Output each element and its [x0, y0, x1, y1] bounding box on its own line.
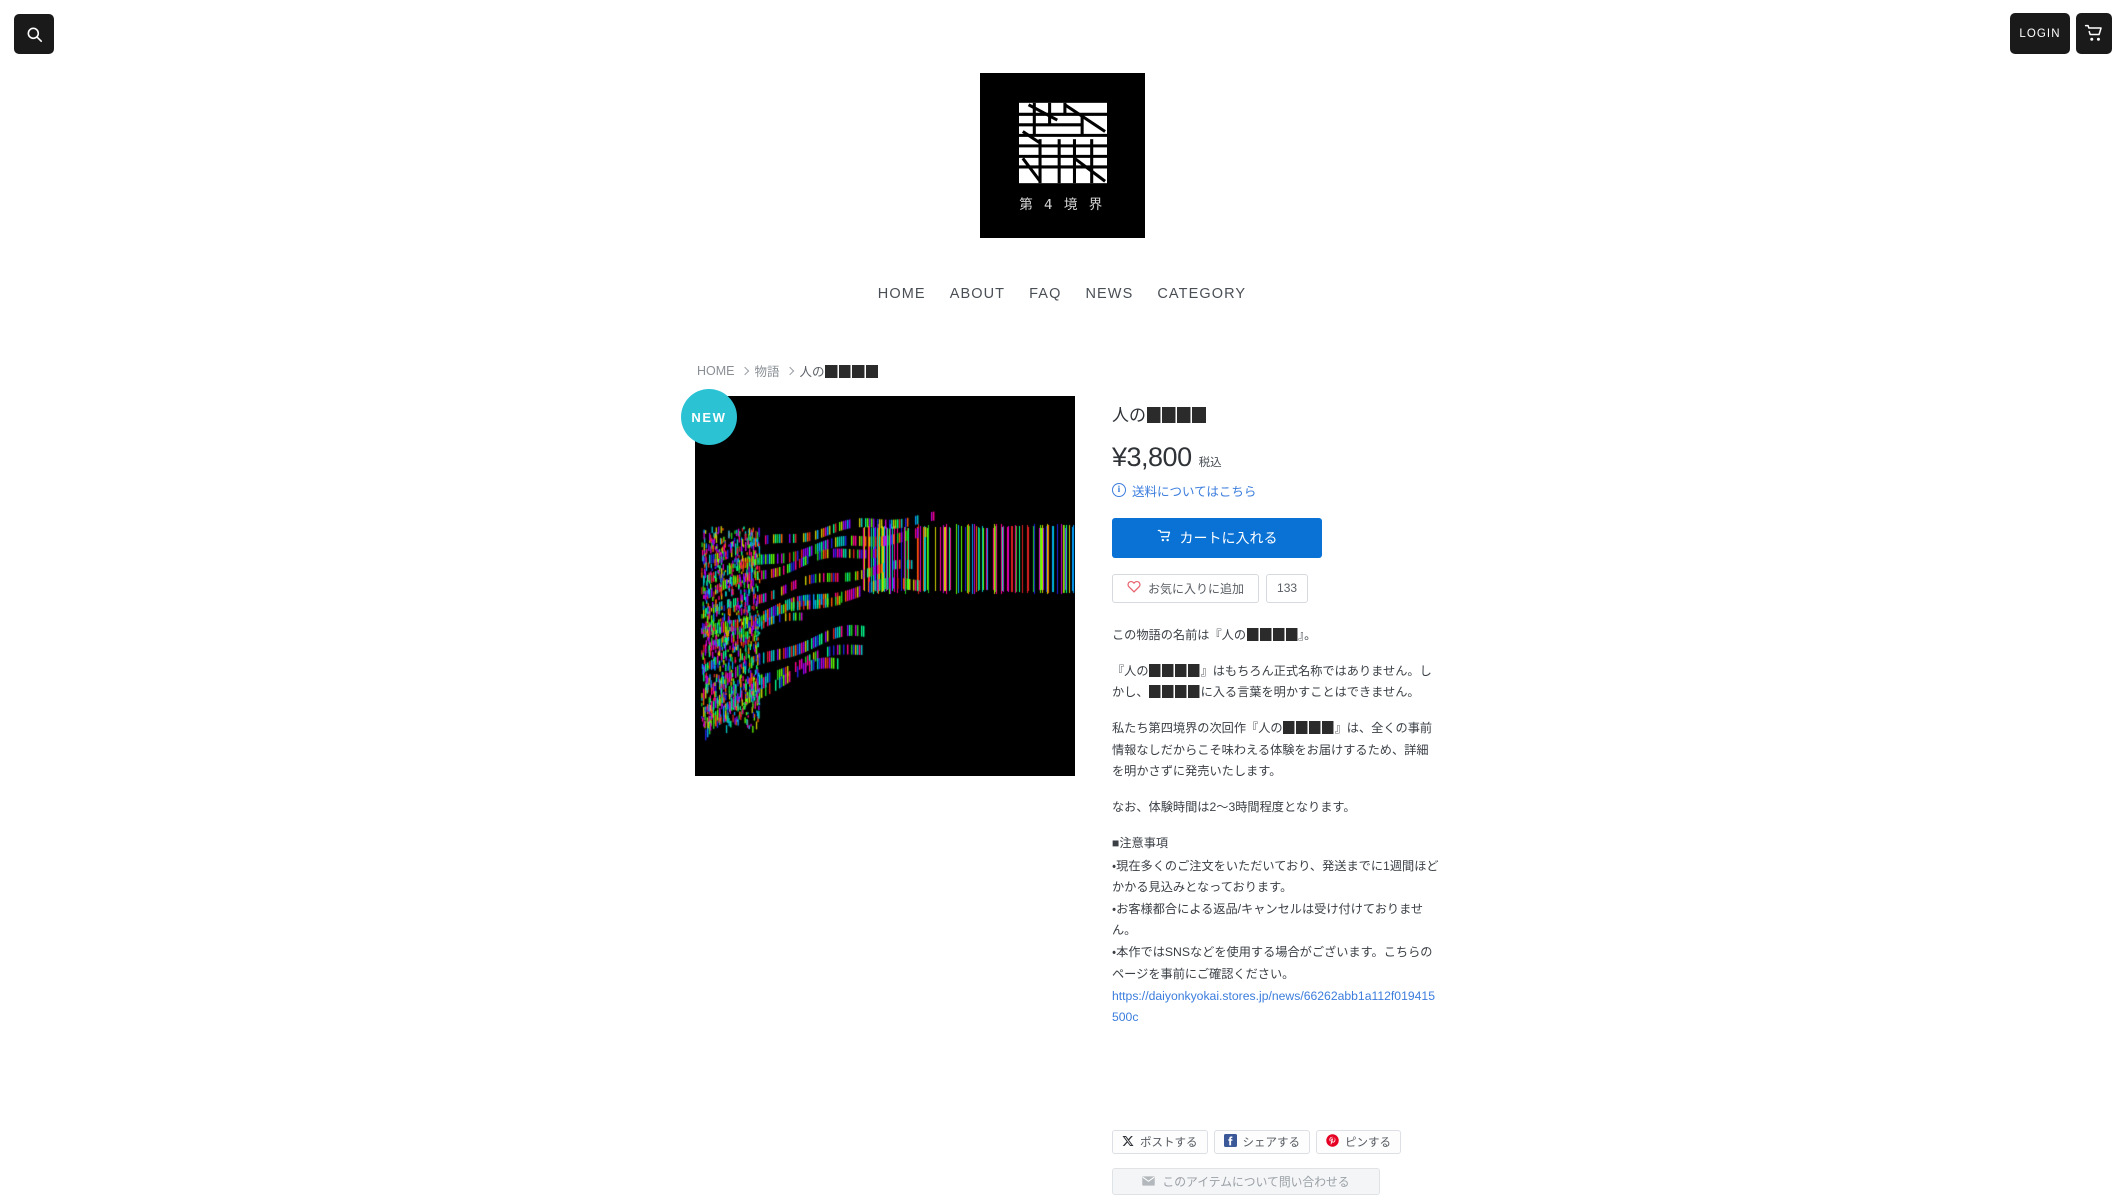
- breadcrumb-current: 人の: [800, 361, 879, 380]
- redacted-block: [1246, 627, 1259, 641]
- redacted-block: [1162, 685, 1175, 699]
- redacted-block: [1175, 664, 1188, 678]
- product-artwork-canvas: [695, 396, 1075, 776]
- redacted-block: [1162, 664, 1175, 678]
- tax-label: 税込: [1198, 456, 1222, 469]
- contact-label: このアイテムについて問い合わせる: [1162, 1175, 1350, 1189]
- notice-url-link[interactable]: https://daiyonkyokai.stores.jp/news/6626…: [1112, 989, 1435, 1024]
- info-icon: i: [1112, 483, 1126, 498]
- nav-item-faq[interactable]: FAQ: [1029, 286, 1061, 302]
- desc-p1-b: 』。: [1298, 627, 1317, 642]
- redacted-block: [1285, 627, 1298, 641]
- redacted-block: [1296, 721, 1309, 735]
- search-icon: [25, 25, 44, 44]
- logo-subtitle: 第 4 境 界: [1019, 196, 1106, 213]
- cart-icon: [2084, 24, 2104, 43]
- redacted-block: [1283, 721, 1296, 735]
- top-bar: LOGIN: [0, 0, 2124, 76]
- contact-about-item-button[interactable]: このアイテムについて問い合わせる: [1112, 1168, 1380, 1195]
- product-image[interactable]: [695, 396, 1075, 776]
- share-facebook-label: シェアする: [1242, 1137, 1301, 1149]
- notice-item-2: ・お客様都合による返品/キャンセルは受け付けておりません。: [1112, 901, 1424, 938]
- favorite-row: お気に入りに追加 133: [1112, 573, 1440, 603]
- facebook-icon: [1223, 1134, 1237, 1150]
- nav-item-category[interactable]: CATEGORY: [1157, 286, 1246, 302]
- redacted-block: [1188, 664, 1201, 678]
- notice-item-3: ・本作ではSNSなどを使用する場合がございます。こちらのページを事前にご確認くだ…: [1112, 945, 1433, 981]
- desc-p1-a: この物語の名前は『人の: [1112, 627, 1247, 642]
- main-navigation: HOME ABOUT FAQ NEWS CATEGORY: [0, 286, 2124, 302]
- heart-icon: [1127, 580, 1141, 596]
- x-twitter-icon: [1122, 1135, 1134, 1150]
- redacted-block: [1161, 407, 1176, 423]
- redacted-block: [1188, 685, 1201, 699]
- favorite-count: 133: [1266, 573, 1309, 603]
- logo-mark-icon: [1018, 102, 1107, 183]
- share-twitter-label: ポストする: [1140, 1137, 1198, 1149]
- description-paragraph-1: この物語の名前は『人の 』。: [1112, 625, 1440, 646]
- shipping-info-link[interactable]: i 送料についてはこちら: [1112, 481, 1440, 500]
- favorite-label: お気に入りに追加: [1148, 581, 1245, 596]
- description-paragraph-4: なお、体験時間は2〜3時間程度となります。: [1112, 800, 1356, 815]
- cart-icon: [1157, 529, 1172, 546]
- breadcrumb-category[interactable]: 物語: [755, 361, 780, 380]
- redacted-block: [852, 365, 865, 378]
- desc-p3-a: 私たち第四境界の次回作『人の: [1112, 721, 1283, 736]
- redacted-block: [1149, 685, 1162, 699]
- redacted-block: [1176, 407, 1191, 423]
- share-buttons: ポストする シェアする ピンする: [1112, 1130, 1401, 1154]
- product-title: 人の: [1112, 404, 1440, 428]
- notice-heading: ■注意事項: [1112, 836, 1169, 851]
- price-row: ¥3,800 税込: [1112, 442, 1440, 473]
- product-page: LOGIN 第 4 境 界 HOME ABOUT FAQ NEWS CATEGO…: [0, 0, 2124, 1203]
- chevron-right-icon: [785, 366, 794, 375]
- redacted-block: [1149, 664, 1162, 678]
- redacted-block: [1322, 721, 1335, 735]
- redacted-block: [1309, 721, 1322, 735]
- share-facebook-button[interactable]: シェアする: [1213, 1130, 1310, 1154]
- share-twitter-button[interactable]: ポストする: [1112, 1130, 1208, 1154]
- product-description: この物語の名前は『人の 』。 『人の 』はもちろん正式名称ではありません。しかし、に…: [1112, 625, 1440, 1029]
- login-label: LOGIN: [2019, 27, 2061, 40]
- login-button[interactable]: LOGIN: [2010, 13, 2070, 54]
- nav-item-about[interactable]: ABOUT: [950, 286, 1005, 302]
- chevron-right-icon: [740, 366, 749, 375]
- mail-icon: [1142, 1175, 1156, 1189]
- add-to-cart-button[interactable]: カートに入れる: [1112, 517, 1322, 558]
- breadcrumb-home[interactable]: HOME: [697, 364, 735, 378]
- breadcrumb: HOME 物語 人の: [697, 361, 879, 380]
- add-to-cart-label: カートに入れる: [1179, 529, 1278, 546]
- redacted-block: [825, 365, 838, 378]
- nav-item-home[interactable]: HOME: [878, 286, 926, 302]
- share-pinterest-label: ピンする: [1345, 1137, 1391, 1149]
- product-price: ¥3,800: [1112, 441, 1192, 472]
- redacted-block: [1175, 685, 1188, 699]
- shipping-info-label: 送料についてはこちら: [1132, 484, 1257, 499]
- pinterest-icon: [1326, 1134, 1339, 1150]
- new-badge: NEW: [681, 389, 737, 445]
- notice-item-1: ・現在多くのご注文をいただいており、発送までに1週間ほどかかる見込みとなっており…: [1112, 858, 1439, 894]
- redacted-block: [865, 365, 879, 378]
- add-to-favorites-button[interactable]: お気に入りに追加: [1112, 573, 1260, 603]
- product-info: 人の ¥3,800 税込 i 送料についてはこちら カートに入れる お気に入りに…: [1112, 404, 1440, 1028]
- description-paragraph-3: 私たち第四境界の次回作『人の 』は、全くの事前情報なしだからこそ味わえる体験をお届…: [1112, 718, 1440, 782]
- cart-button[interactable]: [2076, 13, 2112, 54]
- nav-item-news[interactable]: NEWS: [1085, 286, 1133, 302]
- share-pinterest-button[interactable]: ピンする: [1316, 1130, 1401, 1154]
- redacted-block: [1272, 627, 1285, 641]
- redacted-block: [838, 365, 852, 378]
- search-button[interactable]: [14, 14, 54, 54]
- site-logo[interactable]: 第 4 境 界: [980, 73, 1145, 238]
- desc-p2-c: に入る言葉を明かすことはできません。: [1200, 685, 1420, 700]
- desc-p2-a: 『人の: [1112, 664, 1149, 679]
- redacted-block: [1191, 407, 1206, 423]
- redacted-block: [1259, 627, 1272, 641]
- breadcrumb-current-prefix: 人の: [799, 365, 825, 379]
- description-paragraph-2: 『人の 』はもちろん正式名称ではありません。しかし、 に入る言葉を明かすことはできま…: [1112, 661, 1440, 703]
- product-title-prefix: 人の: [1112, 406, 1146, 425]
- redacted-block: [1146, 407, 1161, 423]
